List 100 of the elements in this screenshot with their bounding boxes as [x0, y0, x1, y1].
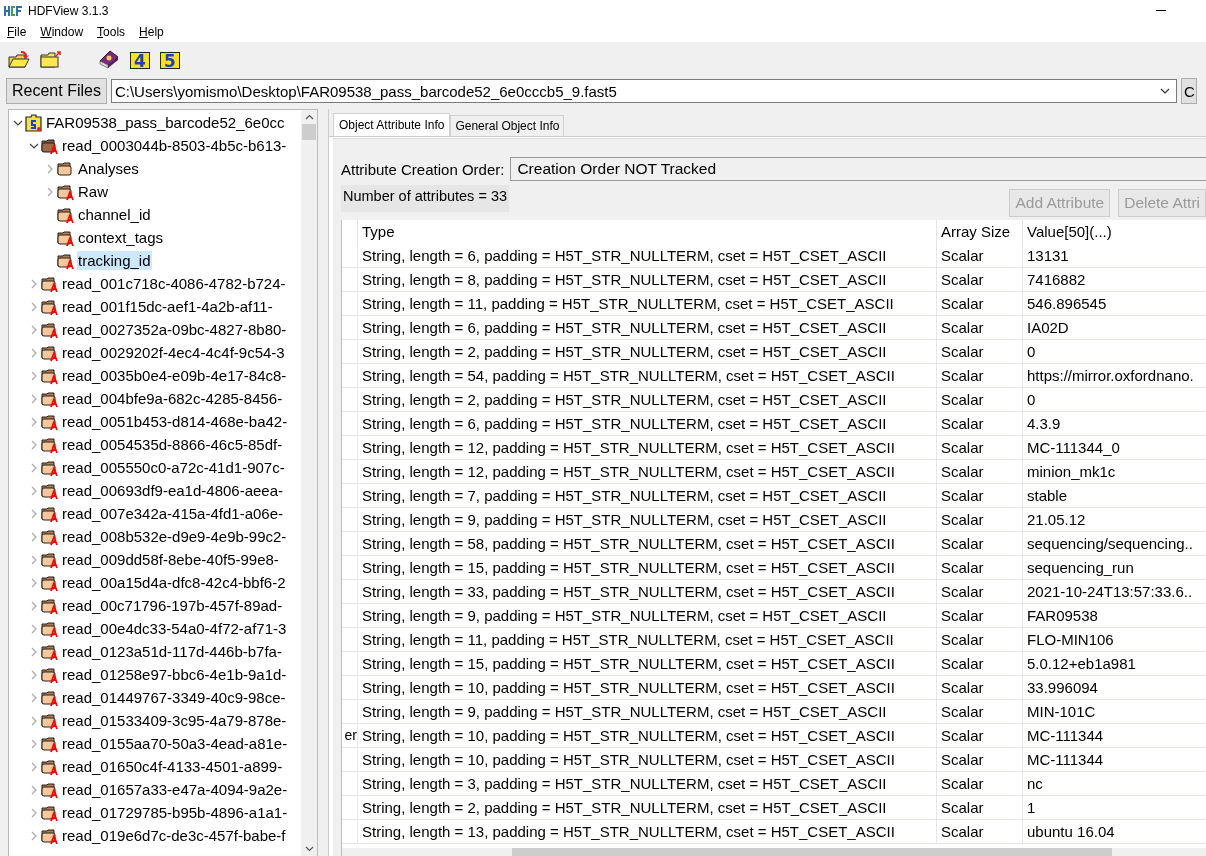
- table-cell-blank: [342, 508, 358, 532]
- collapsed-chevron-icon[interactable]: [29, 600, 39, 611]
- collapsed-chevron-icon[interactable]: [29, 301, 39, 312]
- tree-item[interactable]: read_001f15dc-aef1-4a2b-af11-: [61, 297, 274, 316]
- vertical-scrollbar[interactable]: [301, 110, 317, 856]
- collapsed-chevron-icon[interactable]: [29, 531, 39, 542]
- column-header[interactable]: Type: [358, 220, 937, 244]
- folder-icon[interactable]: [40, 50, 62, 68]
- collapsed-chevron-icon[interactable]: [29, 462, 39, 473]
- table-cell: MC-111344: [1023, 724, 1206, 748]
- tree-item[interactable]: read_004bfe9a-682c-4285-8456-: [61, 389, 284, 408]
- tree-item[interactable]: channel_id: [77, 205, 152, 224]
- collapsed-chevron-icon[interactable]: [29, 761, 39, 772]
- tree-item[interactable]: read_01650c4f-4133-4501-a899-: [61, 757, 284, 776]
- collapsed-chevron-icon[interactable]: [45, 163, 55, 174]
- table-cell: String, length = 15, padding = H5T_STR_NULLTERM, cset = H5T_CSET_ASCII: [358, 652, 937, 676]
- tree-item[interactable]: read_00e4dc33-54a0-4f72-af71-3: [61, 619, 288, 638]
- tree-item[interactable]: read_01449767-3349-40c9-98ce-: [61, 688, 287, 707]
- tree-item[interactable]: read_008b532e-d9e9-4e9b-99c2-: [61, 527, 288, 546]
- tree-item[interactable]: read_0029202f-4ec4-4c4f-9c54-3: [61, 343, 286, 362]
- tree-item[interactable]: Raw: [77, 182, 109, 201]
- table-cell: Scalar: [937, 436, 1023, 460]
- file-path-combo[interactable]: C:\Users\yomismo\Desktop\FAR09538_pass_barcode52_6e0cccb5_9.fast5: [110, 79, 1177, 103]
- minimize-icon[interactable]: [1156, 10, 1166, 12]
- scrollbar-thumb[interactable]: [302, 124, 316, 140]
- collapsed-chevron-icon[interactable]: [29, 623, 39, 634]
- tree-item[interactable]: read_0155aa70-50a3-4ead-a81e-: [61, 734, 289, 753]
- collapsed-chevron-icon[interactable]: [29, 439, 39, 450]
- table-cell: er: [342, 724, 358, 748]
- menu-item[interactable]: Tools: [97, 25, 126, 39]
- tree-item[interactable]: read_0051b453-d814-468e-ba42-: [61, 412, 289, 431]
- recent-files-button[interactable]: Recent Files: [6, 78, 107, 104]
- menu-item[interactable]: File: [7, 25, 27, 39]
- tab[interactable]: Object Attribute Info: [333, 113, 451, 136]
- tree-item[interactable]: read_009dd58f-8ebe-40f5-99e8-: [61, 550, 280, 569]
- scroll-up-icon[interactable]: [304, 114, 314, 120]
- tree-item[interactable]: read_0035b0e4-e09b-4e17-84c8-: [61, 366, 288, 385]
- table-cell: sequencing/sequencing..: [1023, 532, 1206, 556]
- menu-item[interactable]: Help: [139, 25, 164, 39]
- collapsed-chevron-icon[interactable]: [29, 646, 39, 657]
- collapsed-chevron-icon[interactable]: [29, 669, 39, 680]
- tree-item[interactable]: read_005550c0-a72c-41d1-907c-: [61, 458, 286, 477]
- collapsed-chevron-icon[interactable]: [29, 807, 39, 818]
- menu-item[interactable]: Window: [40, 25, 84, 39]
- tree-item[interactable]: read_0027352a-09bc-4827-8b80-: [61, 320, 288, 339]
- collapsed-chevron-icon[interactable]: [29, 715, 39, 726]
- table-cell: stable: [1023, 484, 1206, 508]
- collapsed-chevron-icon[interactable]: [29, 485, 39, 496]
- table-cell: String, length = 13, padding = H5T_STR_NULLTERM, cset = H5T_CSET_ASCII: [358, 820, 937, 844]
- tree-item[interactable]: read_01258e97-bbc6-4e1b-9a1d-: [61, 665, 288, 684]
- column-header[interactable]: Value[50](...): [1023, 220, 1206, 244]
- table-cell: Scalar: [937, 460, 1023, 484]
- table-cell-blank: [342, 796, 358, 820]
- open-folder-icon[interactable]: [8, 50, 30, 68]
- collapsed-chevron-icon[interactable]: [29, 508, 39, 519]
- hdf4-file-icon[interactable]: 4: [130, 52, 150, 69]
- table-cell-blank: [342, 676, 358, 700]
- tree-item[interactable]: read_0054535d-8866-46c5-85df-: [61, 435, 284, 454]
- tab[interactable]: General Object Info: [450, 115, 565, 136]
- table-cell: Scalar: [937, 796, 1023, 820]
- collapsed-chevron-icon[interactable]: [45, 186, 55, 197]
- collapsed-chevron-icon[interactable]: [29, 278, 39, 289]
- tree-item[interactable]: read_0003044b-8503-4b5c-b613-: [61, 136, 288, 155]
- tree-item[interactable]: read_00693df9-ea1d-4806-aeea-: [61, 481, 284, 500]
- tree-item[interactable]: read_0123a51d-117d-446b-b7fa-: [61, 642, 283, 661]
- tree-item[interactable]: read_01533409-3c95-4a79-878e-: [61, 711, 288, 730]
- table-cell: 1: [1023, 796, 1206, 820]
- clear-button[interactable]: C: [1180, 78, 1197, 104]
- collapsed-chevron-icon[interactable]: [29, 347, 39, 358]
- tree-item[interactable]: read_007e342a-415a-4fd1-a06e-: [61, 504, 284, 523]
- hdf5-file-icon[interactable]: 5: [160, 52, 180, 69]
- table-cell: String, length = 2, padding = H5T_STR_NULLTERM, cset = H5T_CSET_ASCII: [358, 796, 937, 820]
- collapsed-chevron-icon[interactable]: [29, 738, 39, 749]
- tree-item[interactable]: tracking_id: [77, 251, 152, 270]
- horizontal-scrollbar[interactable]: [342, 848, 1206, 856]
- table-cell: Scalar: [937, 484, 1023, 508]
- table-cell: Scalar: [937, 628, 1023, 652]
- collapsed-chevron-icon[interactable]: [29, 554, 39, 565]
- tree-item[interactable]: read_01657a33-e47a-4094-9a2e-: [61, 780, 289, 799]
- help-book-icon[interactable]: [98, 49, 120, 69]
- collapsed-chevron-icon[interactable]: [29, 784, 39, 795]
- column-header[interactable]: Array Size: [937, 220, 1023, 244]
- table-cell: 546.896545: [1023, 292, 1206, 316]
- collapsed-chevron-icon[interactable]: [29, 830, 39, 841]
- collapsed-chevron-icon[interactable]: [29, 393, 39, 404]
- tree-item[interactable]: read_019e6d7c-de3c-457f-babe-f: [61, 826, 287, 845]
- collapsed-chevron-icon[interactable]: [29, 692, 39, 703]
- collapsed-chevron-icon[interactable]: [29, 370, 39, 381]
- tree-item[interactable]: read_001c718c-4086-4782-b724-: [61, 274, 287, 293]
- tree-item[interactable]: read_01729785-b95b-4896-a1a1-: [61, 803, 289, 822]
- tree-item[interactable]: context_tags: [77, 228, 165, 247]
- scroll-down-icon[interactable]: [304, 846, 314, 852]
- creation-order-combo[interactable]: Creation Order NOT Tracked: [510, 157, 1206, 181]
- tree-item[interactable]: read_00c71796-197b-457f-89ad-: [61, 596, 284, 615]
- tree-item[interactable]: Analyses: [77, 159, 140, 178]
- tree-item[interactable]: FAR09538_pass_barcode52_6e0cc: [45, 113, 286, 132]
- collapsed-chevron-icon[interactable]: [29, 324, 39, 335]
- tree-item[interactable]: read_00a15d4a-dfc8-42c4-bbf6-2: [61, 573, 287, 592]
- collapsed-chevron-icon[interactable]: [29, 577, 39, 588]
- collapsed-chevron-icon[interactable]: [29, 416, 39, 427]
